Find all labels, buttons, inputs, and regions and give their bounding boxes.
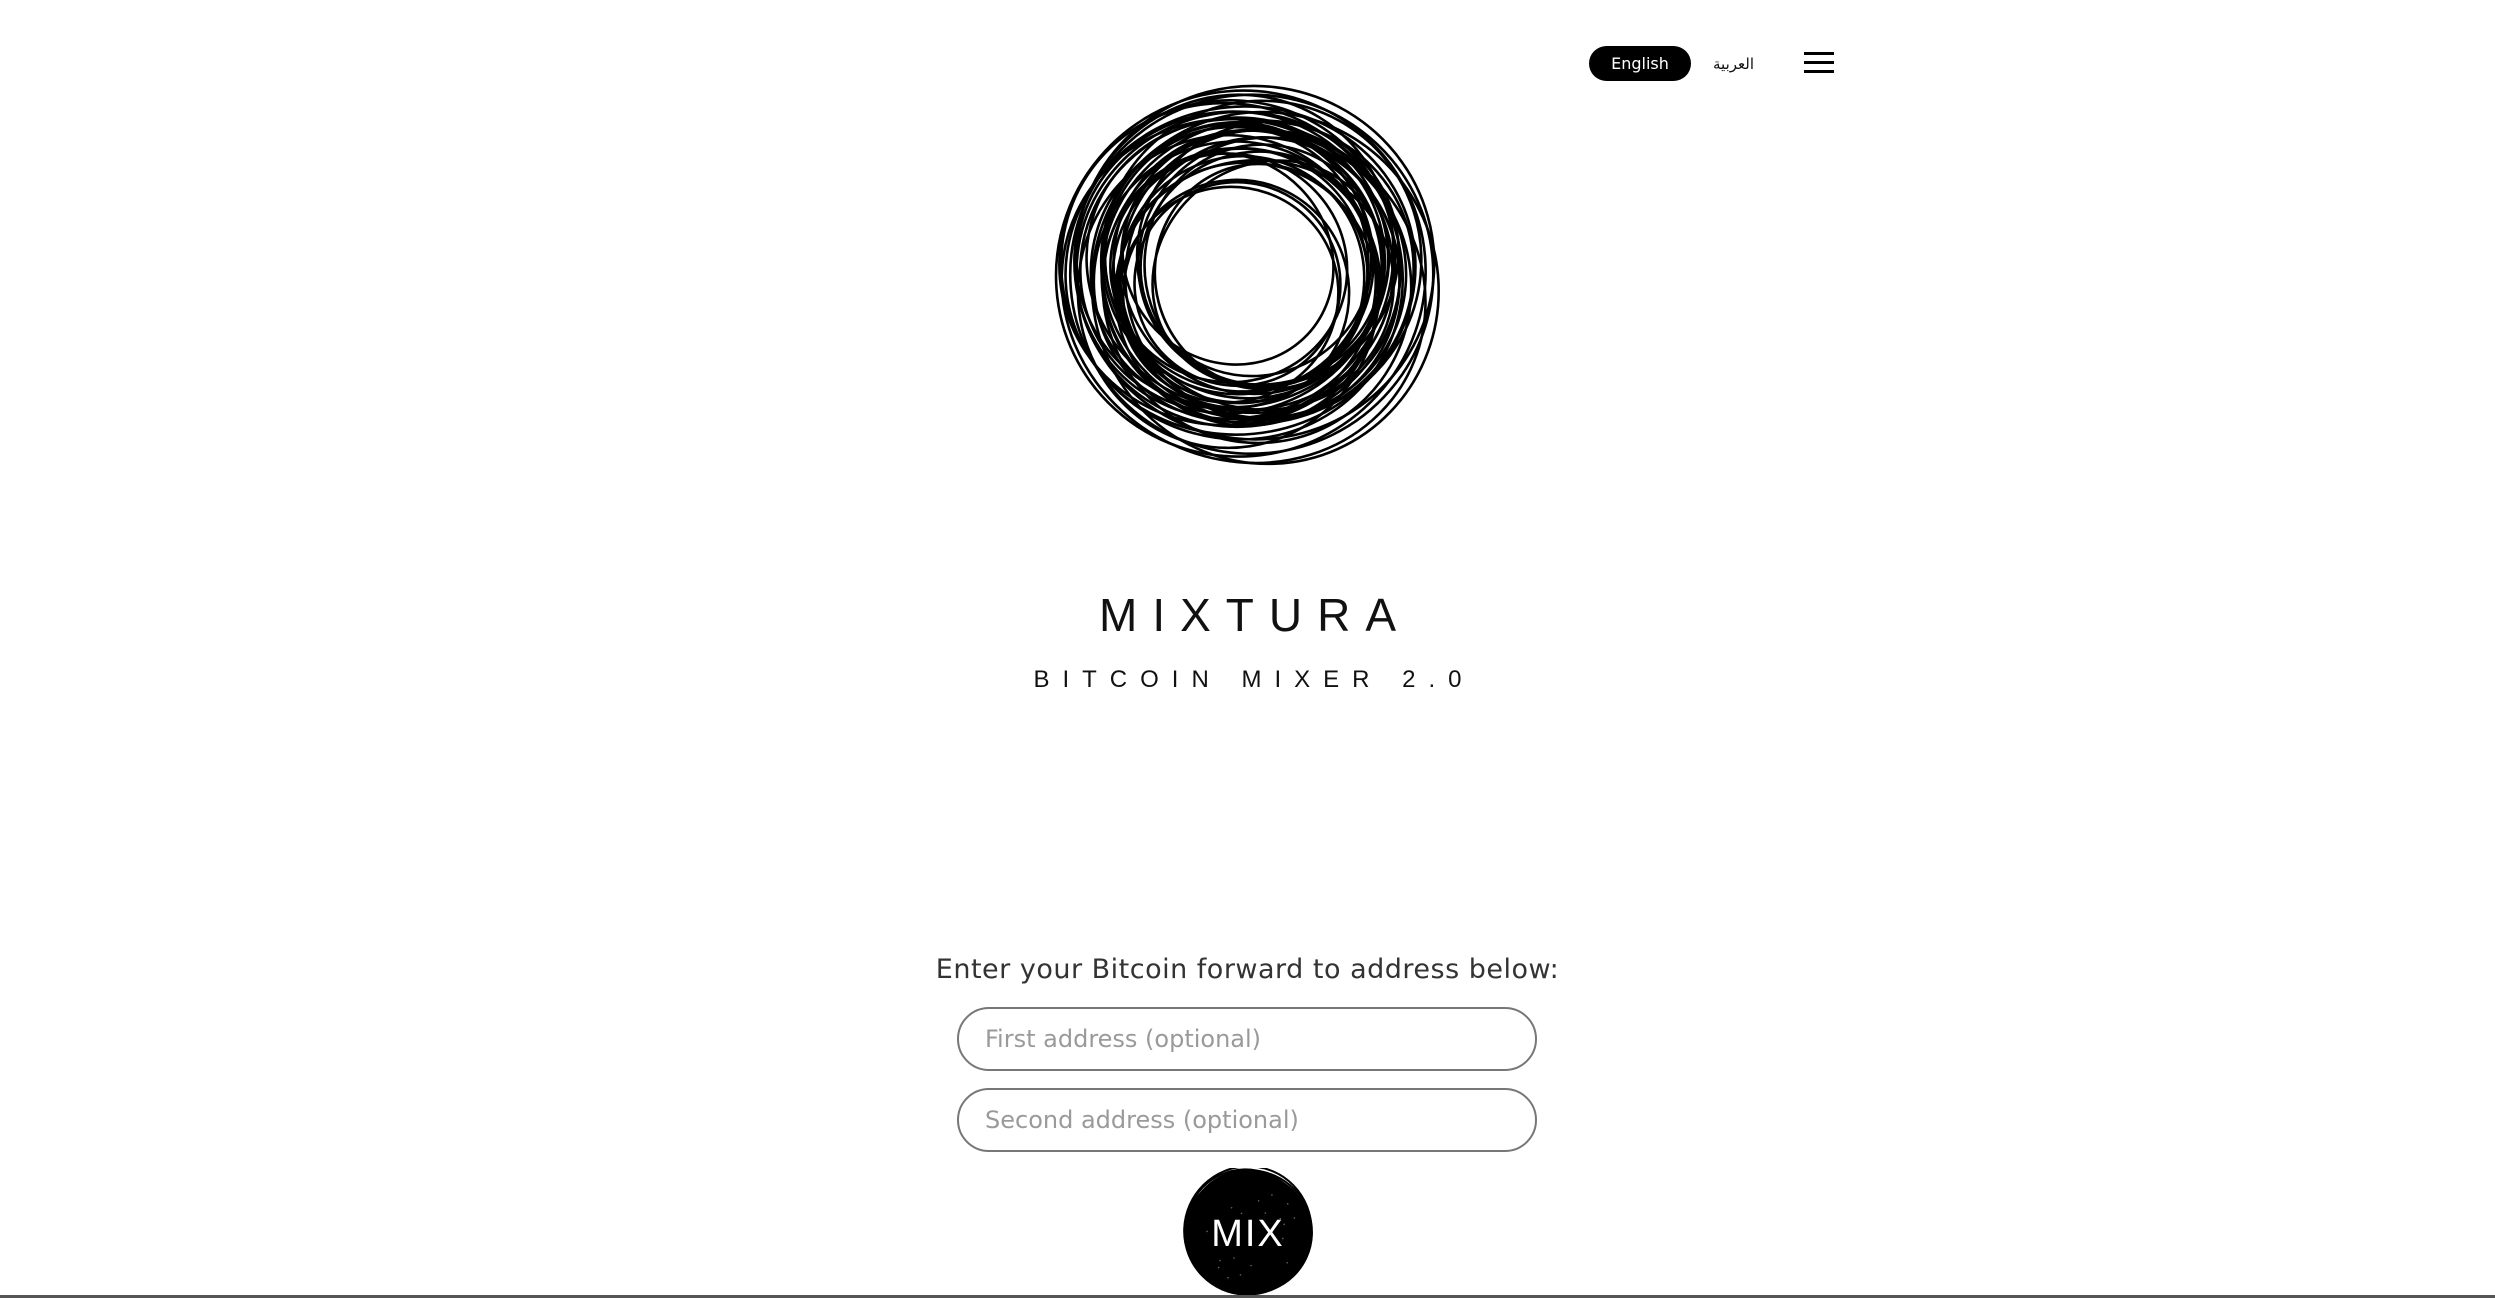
mix-button[interactable]: MIX (1180, 1165, 1316, 1298)
lang-arabic-button[interactable]: العربية (1701, 46, 1766, 81)
first-address-input[interactable] (957, 1007, 1537, 1071)
scribble-circle-logo (1052, 74, 1444, 474)
brand-title: MIXTURA (1099, 589, 1411, 641)
second-address-input[interactable] (957, 1088, 1537, 1152)
language-switcher: English العربية (1589, 46, 1766, 81)
lang-english-button[interactable]: English (1589, 46, 1691, 81)
hamburger-menu-icon[interactable] (1804, 52, 1834, 74)
brand-subtitle: BITCOIN MIXER 2.0 (1033, 666, 1475, 693)
page: English العربية MIXTURA BITCOIN MIXER 2.… (0, 0, 2495, 1298)
address-prompt: Enter your Bitcoin forward to address be… (935, 954, 1560, 985)
mix-button-label: MIX (1211, 1212, 1285, 1255)
